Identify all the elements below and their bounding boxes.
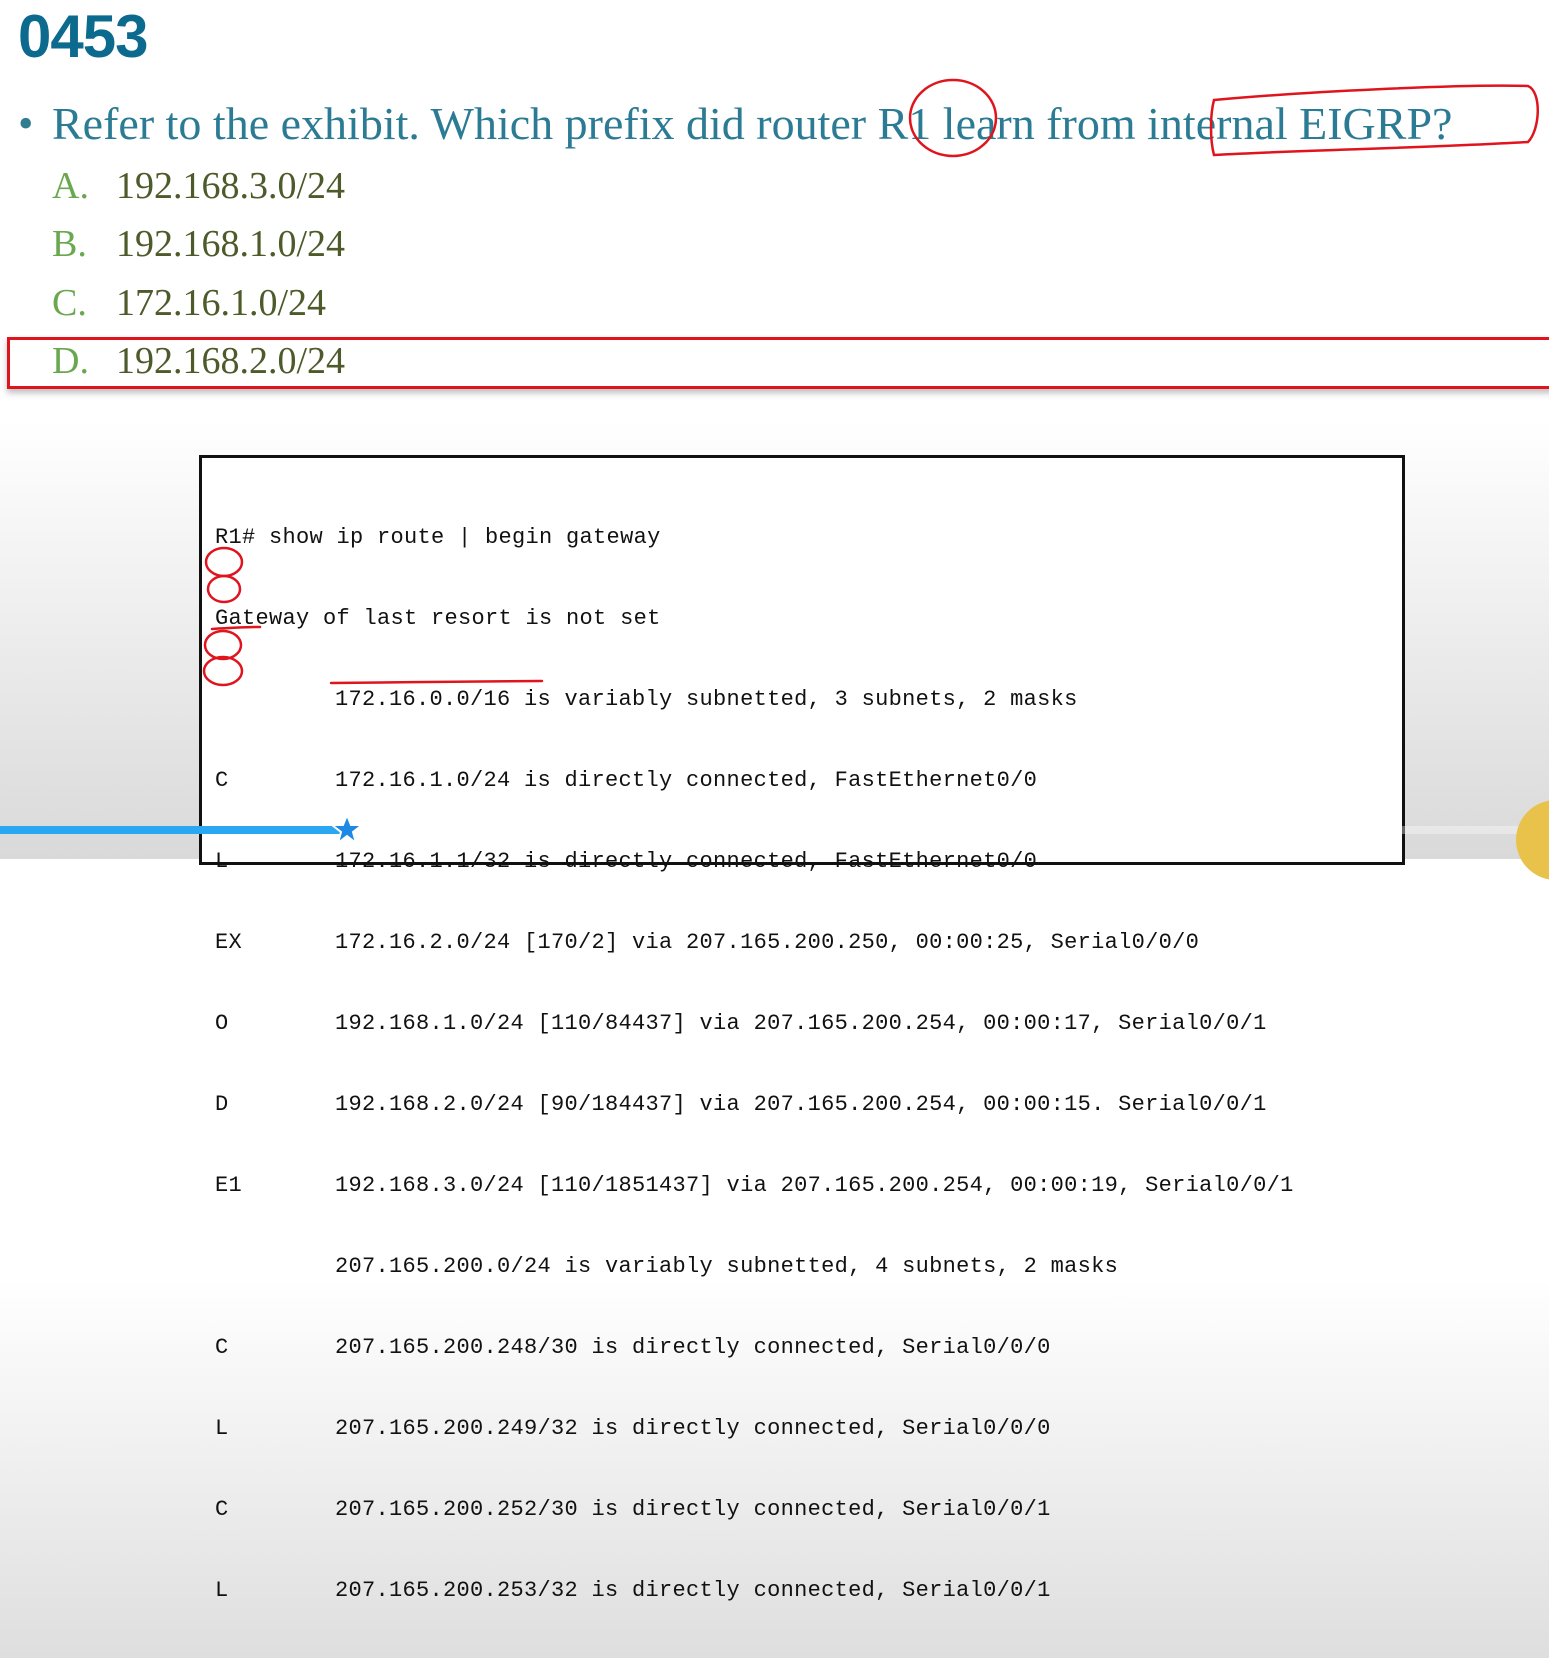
option-text: 172.16.1.0/24 [116,282,327,324]
progress-star-icon[interactable] [330,813,364,847]
route-text: 172.16.0.0/16 is variably subnetted, 3 s… [335,687,1078,712]
route-text: 172.16.1.1/32 is directly connected, Fas… [335,849,1038,874]
page-title: 0453 [18,3,148,70]
route-text: 192.168.1.0/24 [110/84437] via 207.165.2… [335,1011,1267,1036]
route-text: 192.168.2.0/24 [90/184437] via 207.165.2… [335,1092,1267,1117]
route-text: 172.16.2.0/24 [170/2] via 207.165.200.25… [335,930,1200,955]
exhibit-terminal: R1# show ip route | begin gateway Gatewa… [199,455,1405,1603]
option-text: 192.168.1.0/24 [116,223,346,265]
option-a: A. 192.168.3.0/24 [52,163,345,209]
route-code: D [215,1092,229,1117]
route-code: C [215,768,229,793]
bullet-icon: • [18,99,34,148]
route-code: C [215,1335,229,1360]
route-code: EX [215,930,243,955]
exhibit-line: L 172.16.1.1/32 is directly connected, Fa… [215,848,1294,875]
exhibit-line-text: R1# show ip route | begin gateway [215,525,661,550]
channel-logo-icon [1516,800,1549,880]
exhibit-line: 207.165.200.0/24 is variably subnetted, … [215,1253,1294,1280]
exhibit-line: O 192.168.1.0/24 [110/84437] via 207.165.… [215,1010,1294,1037]
route-table: R1# show ip route | begin gateway Gatewa… [215,470,1294,1658]
correct-answer-highlight [7,337,1549,389]
route-text: 207.165.200.0/24 is variably subnetted, … [335,1254,1119,1279]
route-text: 207.165.200.252/30 is directly connected… [335,1497,1051,1522]
exhibit-line: Gateway of last resort is not set [215,605,1294,632]
option-letter: A. [52,165,89,207]
route-text: 172.16.1.0/24 is directly connected, Fas… [335,768,1038,793]
video-progress-fill [0,826,347,834]
exhibit-line: C 172.16.1.0/24 is directly connected, Fa… [215,767,1294,794]
route-code: L [215,1416,229,1441]
route-code: O [215,1011,229,1036]
route-code: C [215,1497,229,1522]
option-letter: B. [52,223,87,265]
option-c: C. 172.16.1.0/24 [52,280,326,326]
exhibit-line: E1 192.168.3.0/24 [110/1851437] via 207.1… [215,1172,1294,1199]
exhibit-line: L 207.165.200.253/32 is directly connecte… [215,1577,1294,1604]
route-text: 207.165.200.253/32 is directly connected… [335,1578,1051,1603]
route-code: E1 [215,1173,243,1198]
exhibit-line: C 207.165.200.252/30 is directly connecte… [215,1496,1294,1523]
exhibit-line-text: Gateway of last resort is not set [215,606,661,631]
route-text: 207.165.200.248/30 is directly connected… [335,1335,1051,1360]
route-code: L [215,1578,229,1603]
exhibit-line: C 207.165.200.248/30 is directly connecte… [215,1334,1294,1361]
option-text: 192.168.3.0/24 [116,165,346,207]
exhibit-line: D 192.168.2.0/24 [90/184437] via 207.165.… [215,1091,1294,1118]
route-text: 192.168.3.0/24 [110/1851437] via 207.165… [335,1173,1294,1198]
exhibit-line: EX 172.16.2.0/24 [170/2] via 207.165.200.… [215,929,1294,956]
question-text: Refer to the exhibit. Which prefix did r… [52,98,1453,149]
option-letter: C. [52,282,87,324]
route-code: L [215,849,229,874]
exhibit-line: L 207.165.200.249/32 is directly connecte… [215,1415,1294,1442]
exhibit-line: 172.16.0.0/16 is variably subnetted, 3 s… [215,686,1294,713]
route-text: 207.165.200.249/32 is directly connected… [335,1416,1051,1441]
option-b: B. 192.168.1.0/24 [52,221,345,267]
exhibit-line: R1# show ip route | begin gateway [215,524,1294,551]
